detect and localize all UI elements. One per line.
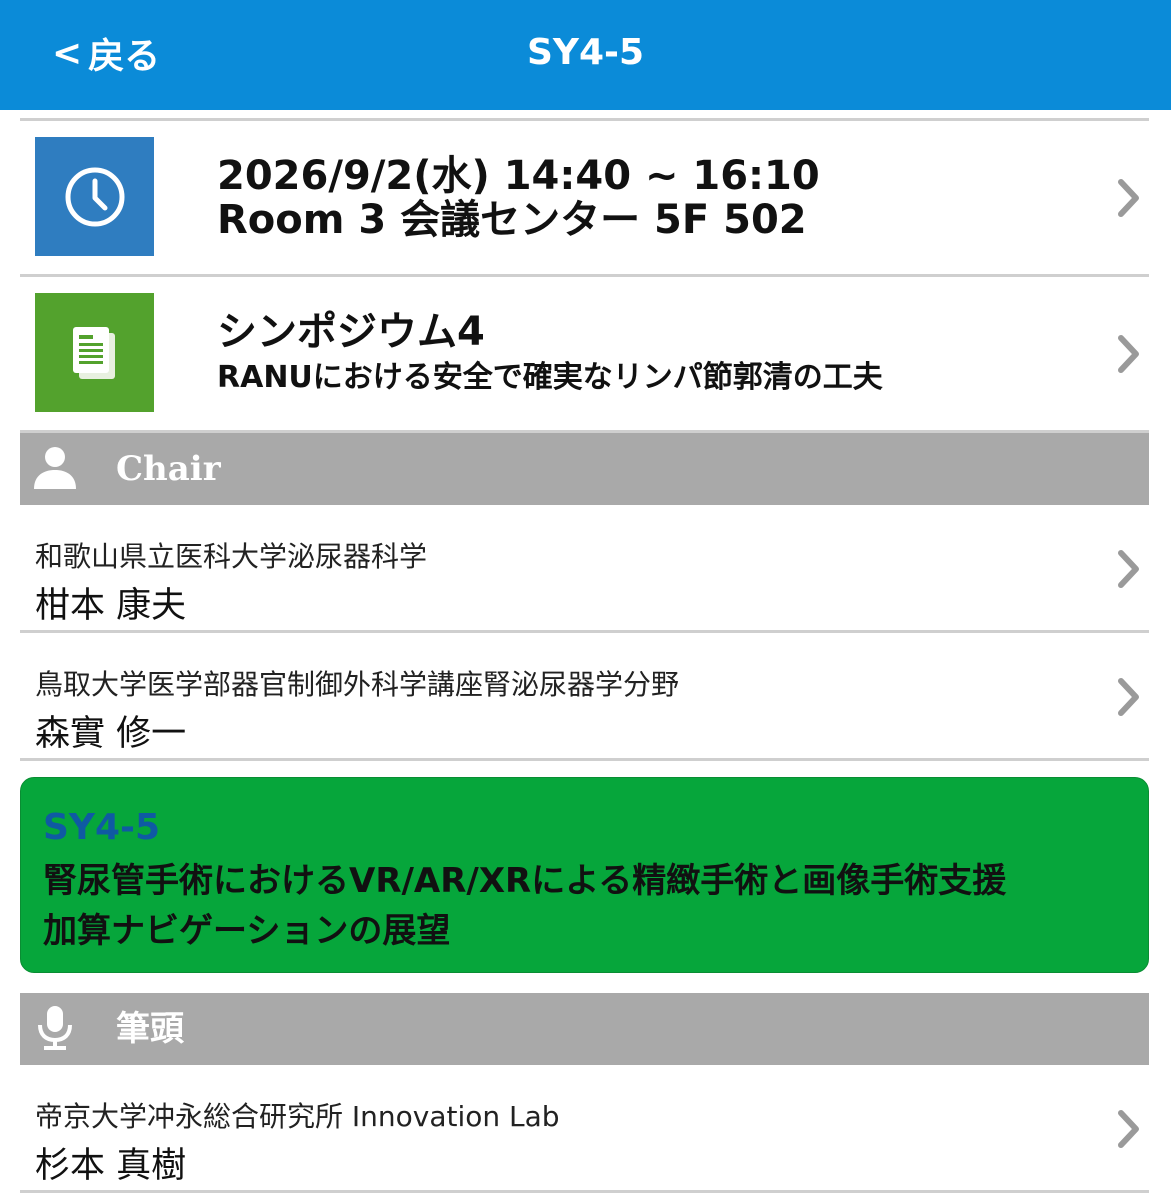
presenter-row[interactable]: 帝京大学冲永総合研究所 Innovation Lab 杉本 真樹 [20, 1065, 1149, 1190]
chevron-right-icon [1118, 678, 1139, 716]
session-room: Room 3 会議センター 5F 502 [217, 196, 807, 243]
presenter-name: 杉本 真樹 [35, 1146, 187, 1186]
chevron-right-icon [1118, 550, 1139, 588]
nav-bar: < 戻る SY4-5 [0, 0, 1171, 110]
chevron-right-icon [1118, 179, 1139, 217]
program-row[interactable]: シンポジウム4 RANUにおける安全で確実なリンパ節郭清の工夫 [20, 277, 1149, 430]
divider [20, 758, 1149, 761]
chair-affiliation: 鳥取大学医学部器官制御外科学講座腎泌尿器学分野 [35, 668, 680, 701]
session-icon-tile [35, 137, 154, 256]
clock-icon [65, 167, 124, 226]
chair-name: 柑本 康夫 [35, 586, 187, 626]
program-title: シンポジウム4 [217, 308, 485, 355]
presenter-section-header: 筆頭 [20, 993, 1149, 1065]
program-info: シンポジウム4 RANUにおける安全で確実なリンパ節郭清の工夫 [217, 277, 883, 430]
program-icon-tile [35, 293, 154, 412]
abstract-title-line: 加算ナビゲーションの展望 [43, 911, 451, 951]
session-info: 2026/9/2(水) 14:40 ~ 16:10 Room 3 会議センター … [217, 121, 820, 274]
presenter-affiliation: 帝京大学冲永総合研究所 Innovation Lab [35, 1100, 560, 1133]
chevron-right-icon [1118, 335, 1139, 373]
chair-section-header: Chair [20, 433, 1149, 505]
divider [20, 1190, 1149, 1193]
abstract-card: SY4-5 腎尿管手術におけるVR/AR/XRによる精緻手術と画像手術支援 加算… [20, 777, 1149, 973]
abstract-code: SY4-5 [43, 807, 161, 848]
chair-row[interactable]: 和歌山県立医科大学泌尿器科学 柑本 康夫 [20, 505, 1149, 630]
abstract-title-line: 腎尿管手術におけるVR/AR/XRによる精緻手術と画像手術支援 [43, 861, 1007, 901]
microphone-icon [38, 1006, 72, 1050]
document-icon [72, 326, 115, 379]
page-title: SY4-5 [526, 32, 645, 73]
presenter-section-label: 筆頭 [116, 1009, 184, 1049]
chair-row[interactable]: 鳥取大学医学部器官制御外科学講座腎泌尿器学分野 森實 修一 [20, 633, 1149, 758]
session-time-row[interactable]: 2026/9/2(水) 14:40 ~ 16:10 Room 3 会議センター … [20, 121, 1149, 274]
chair-section-label: Chair [116, 449, 221, 489]
chair-name: 森實 修一 [35, 714, 187, 754]
person-icon [34, 447, 76, 489]
detail-content: 2026/9/2(水) 14:40 ~ 16:10 Room 3 会議センター … [20, 118, 1149, 1193]
chevron-right-icon [1118, 1110, 1139, 1148]
abstract-title: 腎尿管手術におけるVR/AR/XRによる精緻手術と画像手術支援 加算ナビゲーショ… [43, 856, 1126, 956]
chair-affiliation: 和歌山県立医科大学泌尿器科学 [35, 540, 428, 573]
program-subtitle: RANUにおける安全で確実なリンパ節郭清の工夫 [217, 359, 883, 395]
session-datetime: 2026/9/2(水) 14:40 ~ 16:10 [217, 152, 820, 199]
